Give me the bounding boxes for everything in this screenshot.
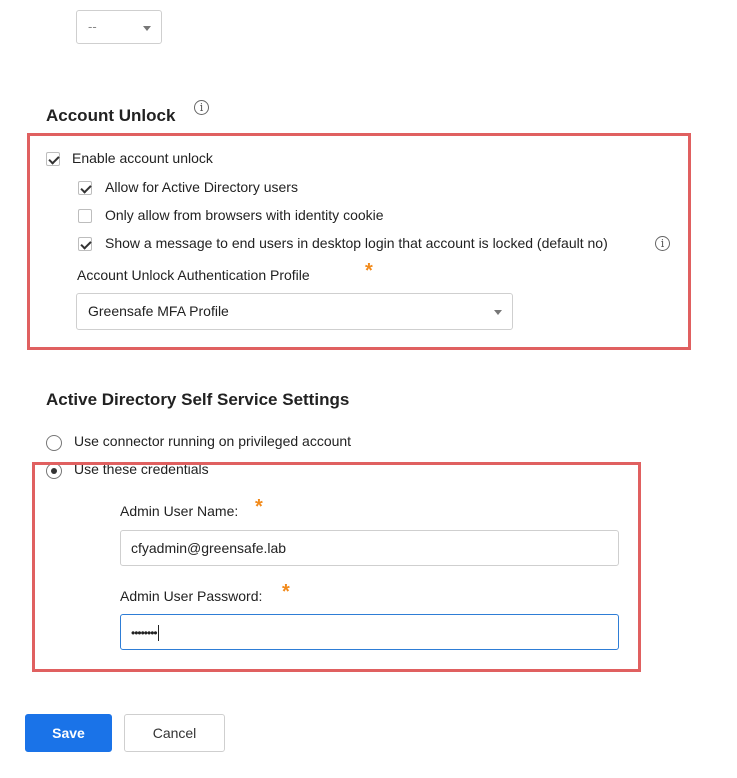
account-unlock-title: Account Unlock bbox=[46, 106, 175, 126]
use-connector-label: Use connector running on privileged acco… bbox=[74, 433, 352, 449]
admin-password-label: Admin User Password: bbox=[120, 588, 263, 604]
identity-cookie-checkbox[interactable] bbox=[78, 209, 92, 223]
chevron-down-icon bbox=[143, 26, 151, 31]
admin-user-label: Admin User Name: bbox=[120, 503, 239, 519]
enable-account-unlock-checkbox[interactable] bbox=[46, 152, 60, 166]
account-unlock-title-text: Account Unlock bbox=[46, 106, 176, 125]
required-asterisk: * bbox=[365, 260, 373, 282]
top-select-value: -- bbox=[88, 19, 97, 34]
use-connector-radio[interactable] bbox=[46, 435, 62, 451]
profile-label: Account Unlock Authentication Profile bbox=[77, 267, 310, 283]
admin-password-value: •••••••• bbox=[131, 626, 158, 640]
admin-password-field[interactable]: •••••••• bbox=[120, 614, 619, 650]
allow-ad-users-checkbox[interactable] bbox=[78, 181, 92, 195]
top-select[interactable]: -- bbox=[76, 10, 162, 44]
show-locked-message-label: Show a message to end users in desktop l… bbox=[105, 235, 608, 251]
allow-ad-users-label: Allow for Active Directory users bbox=[105, 179, 298, 195]
profile-select[interactable]: Greensafe MFA Profile bbox=[76, 293, 513, 330]
profile-select-value: Greensafe MFA Profile bbox=[88, 303, 229, 319]
required-asterisk: * bbox=[282, 581, 290, 603]
show-locked-message-checkbox[interactable] bbox=[78, 237, 92, 251]
chevron-down-icon bbox=[494, 310, 502, 315]
cancel-button[interactable]: Cancel bbox=[124, 714, 225, 752]
info-icon[interactable]: i bbox=[655, 236, 670, 251]
info-icon[interactable]: i bbox=[194, 100, 209, 115]
admin-user-field[interactable]: cfyadmin@greensafe.lab bbox=[120, 530, 619, 566]
ad-self-service-title: Active Directory Self Service Settings bbox=[46, 390, 350, 409]
required-asterisk: * bbox=[255, 496, 263, 518]
enable-account-unlock-label: Enable account unlock bbox=[72, 150, 213, 166]
text-cursor bbox=[157, 625, 159, 642]
identity-cookie-label: Only allow from browsers with identity c… bbox=[105, 207, 384, 223]
save-button[interactable]: Save bbox=[25, 714, 112, 752]
